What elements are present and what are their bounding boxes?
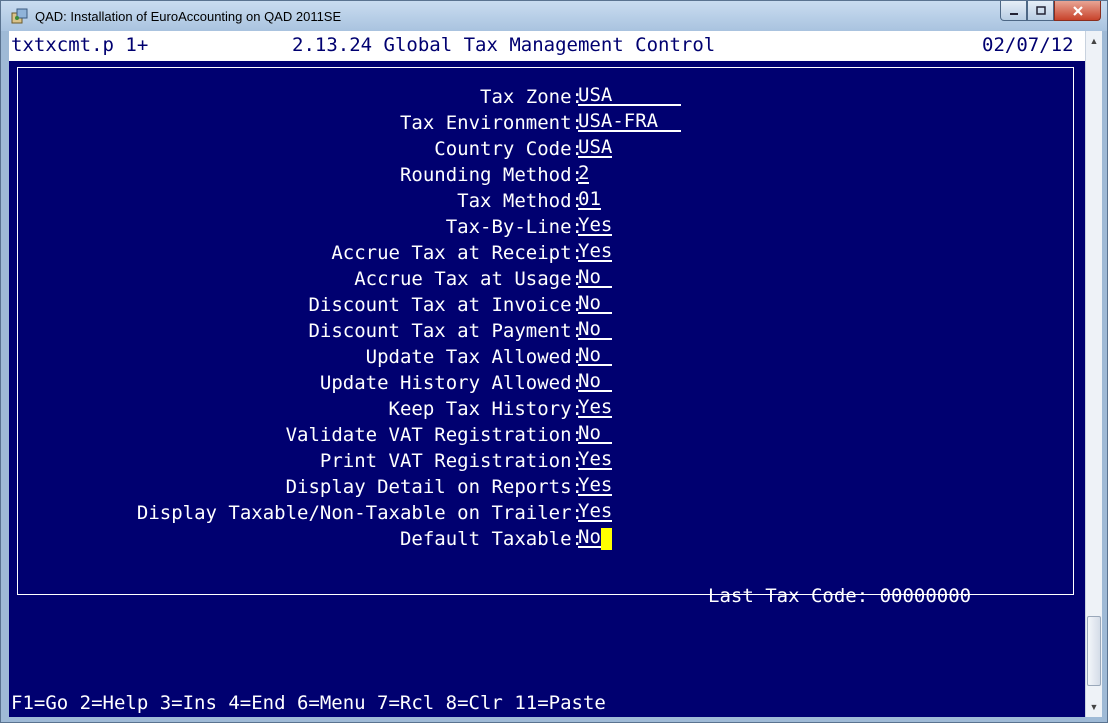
field-input[interactable]: Yes (578, 398, 613, 418)
menu-title: 2.13.24 Global Tax Management Control (292, 34, 716, 56)
minimize-icon (1009, 12, 1018, 15)
field-row: Rounding Method: 2 (9, 164, 1085, 186)
minimize-button[interactable] (1000, 1, 1027, 21)
field-input[interactable]: Yes (578, 476, 613, 496)
field-label: Tax Environment: (399, 112, 583, 134)
field-row: Display Detail on Reports: Yes (9, 476, 1085, 498)
field-row: Tax Zone: USA (9, 86, 1085, 108)
field-input[interactable]: 01 (578, 190, 601, 210)
text-cursor (600, 528, 612, 550)
field-label: Tax Method: (457, 190, 583, 212)
field-row: Discount Tax at Invoice: No (9, 294, 1085, 316)
field-label: Accrue Tax at Receipt: (331, 242, 583, 264)
last-tax-code: Last Tax Code: 00000000 (708, 585, 971, 607)
field-row: Default Taxable: No (9, 528, 1085, 550)
field-input[interactable]: No (578, 346, 613, 366)
field-row: Validate VAT Registration: No (9, 424, 1085, 446)
field-label: Default Taxable: (399, 528, 583, 550)
field-row: Accrue Tax at Receipt: Yes (9, 242, 1085, 264)
last-tax-code-value: 00000000 (879, 585, 972, 607)
scroll-up-button[interactable]: ▲ (1086, 33, 1102, 49)
field-label: Tax Zone: (480, 86, 583, 108)
field-input[interactable]: Yes (578, 216, 613, 236)
field-row: Tax Environment: USA-FRA (9, 112, 1085, 134)
maximize-icon (1035, 5, 1046, 15)
client-area: txtxcmt.p 1+ 2.13.24 Global Tax Manageme… (9, 31, 1102, 717)
field-input[interactable]: No (578, 372, 613, 392)
field-input[interactable]: USA-FRA (578, 112, 682, 132)
field-label: Country Code: (434, 138, 583, 160)
field-row: Update Tax Allowed: No (9, 346, 1085, 368)
field-row: Accrue Tax at Usage: No (9, 268, 1085, 290)
vertical-scrollbar[interactable]: ▲ ▼ (1085, 31, 1102, 717)
field-label: Keep Tax History: (388, 398, 583, 420)
field-input[interactable]: No (578, 268, 613, 288)
field-input[interactable]: USA (578, 86, 682, 106)
field-label: Tax-By-Line: (445, 216, 583, 238)
scroll-thumb[interactable] (1087, 616, 1101, 686)
screen-header: txtxcmt.p 1+ 2.13.24 Global Tax Manageme… (9, 31, 1085, 61)
field-label: Discount Tax at Invoice: (308, 294, 583, 316)
field-label: Rounding Method: (399, 164, 583, 186)
field-input[interactable]: No (578, 424, 613, 444)
field-label: Update Tax Allowed: (365, 346, 583, 368)
field-row: Tax Method: 01 (9, 190, 1085, 212)
terminal-screen: txtxcmt.p 1+ 2.13.24 Global Tax Manageme… (9, 31, 1085, 717)
field-row: Print VAT Registration: Yes (9, 450, 1085, 472)
program-name: txtxcmt.p 1+ (11, 34, 149, 56)
application-window: QAD: Installation of EuroAccounting on Q… (0, 0, 1108, 723)
field-row: Display Taxable/Non-Taxable on Trailer: Y… (9, 502, 1085, 524)
field-row: Update History Allowed: No (9, 372, 1085, 394)
field-input[interactable]: 2 (578, 164, 590, 184)
field-label: Validate VAT Registration: (285, 424, 583, 446)
field-label: Discount Tax at Payment: (308, 320, 583, 342)
close-button[interactable] (1054, 1, 1101, 21)
window-controls (1000, 1, 1101, 23)
last-tax-code-label: Last Tax Code: (708, 585, 869, 607)
field-input[interactable]: Yes (578, 502, 613, 522)
field-label: Display Detail on Reports: (285, 476, 583, 498)
scroll-down-button[interactable]: ▼ (1086, 699, 1102, 715)
field-row: Tax-By-Line: Yes (9, 216, 1085, 238)
window-title: QAD: Installation of EuroAccounting on Q… (35, 9, 342, 24)
last-tax-code-row: Last Tax Code: 00000000 (9, 563, 1085, 607)
field-label: Print VAT Registration: (319, 450, 583, 472)
field-input[interactable]: Yes (578, 450, 613, 470)
field-input[interactable]: No (578, 294, 613, 314)
field-row: Keep Tax History: Yes (9, 398, 1085, 420)
title-bar[interactable]: QAD: Installation of EuroAccounting on Q… (1, 1, 1107, 31)
field-label: Update History Allowed: (319, 372, 583, 394)
qad-app-icon (11, 8, 28, 24)
close-icon (1072, 5, 1083, 16)
maximize-button[interactable] (1027, 1, 1054, 21)
field-input[interactable]: Yes (578, 242, 613, 262)
field-label: Accrue Tax at Usage: (354, 268, 583, 290)
field-input[interactable]: USA (578, 138, 613, 158)
field-row: Country Code: USA (9, 138, 1085, 160)
field-input[interactable]: No (578, 320, 613, 340)
field-label: Display Taxable/Non-Taxable on Trailer: (136, 502, 583, 524)
field-row: Discount Tax at Payment: No (9, 320, 1085, 342)
function-key-bar: F1=Go 2=Help 3=Ins 4=End 6=Menu 7=Rcl 8=… (11, 692, 606, 714)
screen-date: 02/07/12 (982, 34, 1074, 56)
